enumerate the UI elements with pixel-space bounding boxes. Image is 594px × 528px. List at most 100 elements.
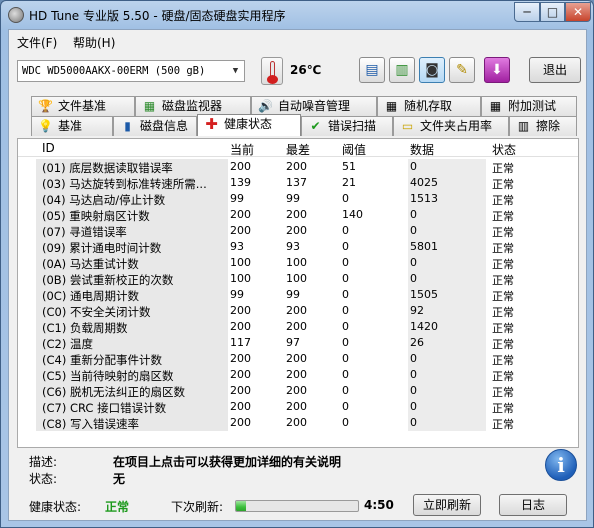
drive-select[interactable]: WDC WD5000AAKX-00ERM (500 gB) ▼ (17, 60, 245, 82)
cell-id: (C8) 写入错误速率 (36, 415, 228, 431)
tab-folder-usage[interactable]: ▭ 文件夹占用率 (393, 116, 509, 136)
tab-label: 健康状态 (224, 117, 273, 131)
copy-info-button[interactable]: ▤ (359, 57, 385, 83)
cell-current: 200 (230, 400, 251, 413)
cell-threshold: 0 (342, 416, 349, 429)
cell-data: 92 (408, 303, 486, 319)
cell-status: 正常 (492, 162, 514, 175)
status-bar: 健康状态: 正常 下次刷新: 4:50 立即刷新 日志 (9, 491, 586, 521)
table-row[interactable]: (C6) 脱机无法纠正的扇区数 200 200 0 0 正常 (18, 383, 578, 399)
tab-health[interactable]: ✚ 健康状态 (197, 114, 301, 136)
copy-screen-button[interactable]: ▥ (389, 57, 415, 83)
random-access-icon: ▦ (385, 99, 398, 113)
col-data[interactable]: 数据 (410, 141, 434, 158)
cell-id: (C5) 当前待映射的扇区数 (36, 367, 228, 383)
cell-worst: 97 (286, 336, 300, 349)
health-status-label: 健康状态: (29, 500, 82, 514)
cell-current: 200 (230, 160, 251, 173)
camera-icon: ◙ (425, 62, 439, 78)
info-icon[interactable]: i (545, 449, 577, 481)
cell-current: 99 (230, 288, 244, 301)
table-row[interactable]: (01) 底层数据读取错误率 200 200 51 0 正常 (18, 159, 578, 175)
table-row[interactable]: (03) 马达旋转到标准转速所需... 139 137 21 4025 正常 (18, 175, 578, 191)
tab-noise-management[interactable]: 🔊 自动噪音管理 (251, 96, 377, 116)
cell-id: (07) 寻道错误率 (36, 223, 228, 239)
cell-id: (C4) 重新分配事件计数 (36, 351, 228, 367)
cell-data: 1420 (408, 319, 486, 335)
log-button[interactable]: 日志 (499, 494, 567, 516)
cell-status: 正常 (492, 226, 514, 239)
cell-data: 1505 (408, 287, 486, 303)
tab-extra-tests[interactable]: ▦ 附加测试 (481, 96, 577, 116)
table-row[interactable]: (07) 寻道错误率 200 200 0 0 正常 (18, 223, 578, 239)
screenshot-button[interactable]: ◙ (419, 57, 445, 83)
cell-current: 100 (230, 272, 251, 285)
col-threshold[interactable]: 阈值 (342, 141, 366, 158)
tab-benchmark[interactable]: 💡 基准 (31, 116, 113, 136)
description-area: 描述: 在项目上点击可以获得更加详细的有关说明 状态: 无 i (17, 448, 579, 492)
cell-status: 正常 (492, 258, 514, 271)
table-row[interactable]: (C8) 写入错误速率 200 200 0 0 正常 (18, 415, 578, 431)
copy-info-icon: ▤ (365, 62, 379, 78)
hdtune-window: HD Tune 专业版 5.50 - 硬盘/固态硬盘实用程序 ─ □ ✕ 文件(… (0, 0, 594, 528)
cell-data: 0 (408, 415, 486, 431)
table-row[interactable]: (09) 累计通电时间计数 93 93 0 5801 正常 (18, 239, 578, 255)
maximize-button[interactable]: □ (540, 2, 565, 22)
cell-status: 正常 (492, 194, 514, 207)
refresh-countdown: 4:50 (364, 498, 394, 512)
refresh-progress-fill (236, 501, 246, 511)
menu-file[interactable]: 文件(F) (17, 34, 57, 51)
table-row[interactable]: (C1) 负载周期数 200 200 0 1420 正常 (18, 319, 578, 335)
col-current[interactable]: 当前 (230, 141, 254, 158)
table-row[interactable]: (C4) 重新分配事件计数 200 200 0 0 正常 (18, 351, 578, 367)
close-button[interactable]: ✕ (565, 2, 591, 22)
cell-data: 0 (408, 255, 486, 271)
cell-threshold: 51 (342, 160, 356, 173)
tab-random-access[interactable]: ▦ 随机存取 (377, 96, 481, 116)
table-row[interactable]: (C7) CRC 接口错误计数 200 200 0 0 正常 (18, 399, 578, 415)
tab-label: 自动噪音管理 (278, 99, 351, 113)
table-row[interactable]: (04) 马达启动/停止计数 99 99 0 1513 正常 (18, 191, 578, 207)
refresh-now-button[interactable]: 立即刷新 (413, 494, 481, 516)
cell-worst: 200 (286, 304, 307, 317)
cell-threshold: 0 (342, 304, 349, 317)
options-button[interactable]: ✎ (449, 57, 475, 83)
col-id[interactable]: ID (42, 141, 55, 155)
col-worst[interactable]: 最差 (286, 141, 310, 158)
cell-threshold: 140 (342, 208, 363, 221)
tab-file-benchmark[interactable]: 🏆 文件基准 (31, 96, 135, 116)
temperature-readout: 26℃ (290, 63, 322, 77)
tab-error-scan[interactable]: ✔ 错误扫描 (301, 116, 393, 136)
tab-disk-info[interactable]: ▮ 磁盘信息 (113, 116, 197, 136)
table-row[interactable]: (0B) 尝试重新校正的次数 100 100 0 0 正常 (18, 271, 578, 287)
cell-current: 117 (230, 336, 251, 349)
tab-label: 磁盘监视器 (162, 99, 223, 113)
cell-data: 0 (408, 351, 486, 367)
cell-id: (0C) 通电周期计数 (36, 287, 228, 303)
cell-data: 0 (408, 159, 486, 175)
save-button[interactable]: ⬇ (484, 57, 510, 83)
cell-status: 正常 (492, 242, 514, 255)
menu-bar: 文件(F) 帮助(H) (9, 30, 586, 52)
benchmark-icon: 💡 (38, 119, 53, 133)
cell-id: (C7) CRC 接口错误计数 (36, 399, 228, 415)
title-bar[interactable]: HD Tune 专业版 5.50 - 硬盘/固态硬盘实用程序 ─ □ ✕ (1, 1, 593, 29)
table-row[interactable]: (C0) 不安全关闭计数 200 200 0 92 正常 (18, 303, 578, 319)
table-row[interactable]: (05) 重映射扇区计数 200 200 140 0 正常 (18, 207, 578, 223)
table-row[interactable]: (C2) 温度 117 97 0 26 正常 (18, 335, 578, 351)
menu-help[interactable]: 帮助(H) (73, 34, 115, 51)
tab-disk-monitor[interactable]: ▦ 磁盘监视器 (135, 96, 251, 116)
col-status[interactable]: 状态 (492, 141, 516, 158)
tab-label: 错误扫描 (328, 119, 377, 133)
exit-button[interactable]: 退出 (529, 57, 581, 83)
table-row[interactable]: (0A) 马达重试计数 100 100 0 0 正常 (18, 255, 578, 271)
tab-label: 附加测试 (508, 99, 557, 113)
cell-threshold: 0 (342, 384, 349, 397)
cell-worst: 100 (286, 256, 307, 269)
cell-current: 93 (230, 240, 244, 253)
table-row[interactable]: (0C) 通电周期计数 99 99 0 1505 正常 (18, 287, 578, 303)
tab-erase[interactable]: ▥ 擦除 (509, 116, 577, 136)
table-row[interactable]: (C5) 当前待映射的扇区数 200 200 0 0 正常 (18, 367, 578, 383)
minimize-button[interactable]: ─ (514, 2, 540, 22)
chevron-down-icon[interactable]: ▼ (227, 61, 244, 81)
